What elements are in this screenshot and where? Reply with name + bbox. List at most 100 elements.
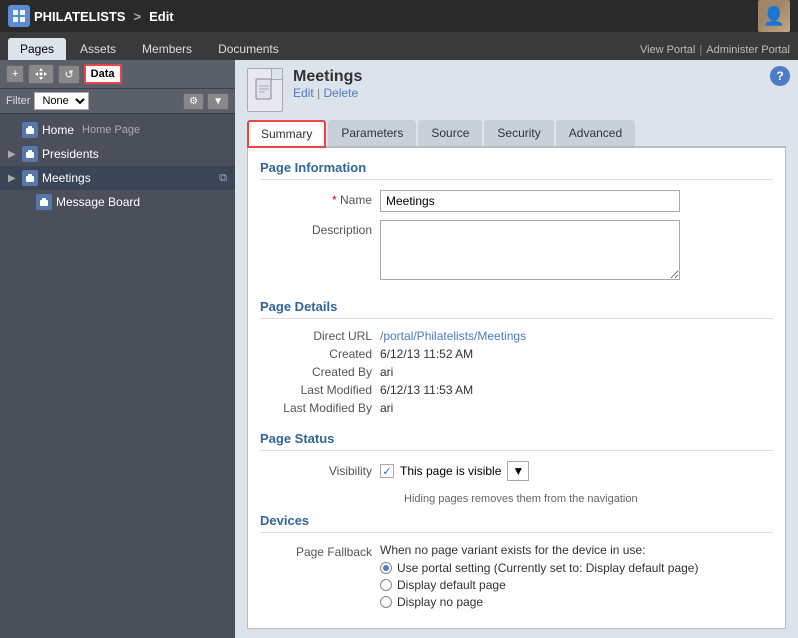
visibility-controls: This page is visible ▼ [380, 461, 773, 481]
section-title-devices: Devices [260, 513, 773, 533]
last-modified-label: Last Modified [260, 383, 380, 397]
description-field [380, 220, 773, 283]
move-button[interactable] [28, 64, 54, 84]
tab-summary[interactable]: Summary [247, 120, 326, 148]
view-portal-link[interactable]: View Portal [640, 44, 695, 56]
tree-item-home[interactable]: Home Home Page [0, 118, 235, 142]
visibility-text: This page is visible [400, 464, 501, 478]
site-name: PHILATELISTS [34, 9, 125, 24]
visibility-row-container: Visibility This page is visible ▼ [260, 461, 773, 485]
detail-row-created-by: Created By ari [260, 365, 773, 379]
section-title-page-status: Page Status [260, 431, 773, 451]
refresh-button[interactable]: ↺ [58, 65, 79, 84]
tree-item-label-meetings: Meetings [42, 171, 91, 185]
expand-arrow-meetings: ▶ [8, 173, 18, 184]
radio-display-default-label: Display default page [397, 578, 506, 592]
section-title-page-details: Page Details [260, 299, 773, 319]
visibility-checkbox[interactable] [380, 464, 394, 478]
main-layout: + ↺ Data Filter None ⚙ ▼ [0, 60, 798, 638]
tree-item-label-msgboard: Message Board [56, 195, 140, 209]
name-input[interactable] [380, 190, 680, 212]
breadcrumb-separator: > [133, 9, 141, 24]
user-avatar[interactable]: 👤 [758, 0, 790, 32]
dropdown-arrow: ▼ [512, 464, 524, 478]
content-title: Meetings [293, 68, 362, 86]
fallback-content: When no page variant exists for the devi… [380, 543, 698, 612]
tree-item-presidents[interactable]: ▶ Presidents [0, 142, 235, 166]
detail-row-last-modified-by: Last Modified By ari [260, 401, 773, 415]
description-textarea[interactable] [380, 220, 680, 280]
radio-display-none: Display no page [380, 595, 698, 609]
copy-icon-meetings: ⧉ [219, 172, 227, 185]
logo-icon [8, 5, 30, 27]
detail-row-last-modified: Last Modified 6/12/13 11:53 AM [260, 383, 773, 397]
tree-item-sublabel-home: Home Page [82, 124, 140, 136]
tree-item-message-board[interactable]: Message Board [0, 190, 235, 214]
top-links: View Portal | Administer Portal [640, 44, 790, 60]
form-row-description: Description [260, 220, 773, 283]
form-content: Page Information * Name Description Page… [247, 148, 786, 629]
filter-view-btn[interactable]: ▼ [207, 93, 229, 110]
section-title-page-info: Page Information [260, 160, 773, 180]
add-button[interactable]: + [6, 65, 24, 83]
filter-label: Filter [6, 95, 30, 107]
fallback-row: Page Fallback When no page variant exist… [260, 543, 773, 612]
description-label: Description [260, 220, 380, 237]
topbar: PHILATELISTS > Edit 👤 [0, 0, 798, 32]
radio-portal-setting-label: Use portal setting (Currently set to: Di… [397, 561, 698, 575]
radio-display-default: Display default page [380, 578, 698, 592]
content-area: ? Meetings Edit | Delete [235, 60, 798, 638]
visibility-field: This page is visible ▼ [380, 461, 773, 485]
avatar-image: 👤 [758, 0, 790, 32]
content-title-area: Meetings Edit | Delete [293, 68, 362, 100]
tree-item-meetings[interactable]: ▶ Meetings ⧉ [0, 166, 235, 190]
data-button[interactable]: Data [84, 64, 122, 84]
tree-item-label-home: Home [42, 123, 74, 137]
tab-source[interactable]: Source [418, 120, 482, 146]
filter-select[interactable]: None [34, 92, 89, 110]
tab-advanced[interactable]: Advanced [556, 120, 635, 146]
delete-link[interactable]: Delete [323, 86, 358, 100]
detail-row-created: Created 6/12/13 11:52 AM [260, 347, 773, 361]
page-icon [22, 122, 38, 138]
nav-tab-members[interactable]: Members [130, 38, 204, 60]
url-value: /portal/Philatelists/Meetings [380, 329, 526, 343]
nav-tab-pages[interactable]: Pages [8, 38, 66, 60]
navtabs: Pages Assets Members Documents View Port… [0, 32, 798, 60]
visibility-hint: Hiding pages removes them from the navig… [404, 493, 773, 505]
page-icon-msgboard [36, 194, 52, 210]
tab-security[interactable]: Security [484, 120, 553, 146]
detail-row-url: Direct URL /portal/Philatelists/Meetings [260, 329, 773, 343]
content-header: Meetings Edit | Delete [235, 60, 798, 120]
edit-link[interactable]: Edit [293, 86, 314, 100]
sidebar: + ↺ Data Filter None ⚙ ▼ [0, 60, 235, 638]
help-button[interactable]: ? [770, 66, 790, 86]
administer-portal-link[interactable]: Administer Portal [706, 44, 790, 56]
name-label: * Name [260, 190, 380, 207]
required-asterisk: * [332, 193, 340, 207]
sidebar-toolbar: + ↺ Data [0, 60, 235, 89]
content-links: Edit | Delete [293, 86, 362, 100]
tab-parameters[interactable]: Parameters [328, 120, 416, 146]
page-document-icon [247, 68, 283, 112]
expand-arrow-presidents: ▶ [8, 149, 18, 160]
nav-tab-documents[interactable]: Documents [206, 38, 291, 60]
filter-action-btn[interactable]: ⚙ [183, 93, 204, 110]
visibility-dropdown[interactable]: ▼ [507, 461, 529, 481]
radio-portal-setting-btn[interactable] [380, 562, 392, 574]
last-modified-by-value: ari [380, 401, 393, 415]
radio-display-default-btn[interactable] [380, 579, 392, 591]
fallback-desc: When no page variant exists for the devi… [380, 543, 698, 557]
last-modified-by-label: Last Modified By [260, 401, 380, 415]
tree-item-label-presidents: Presidents [42, 147, 99, 161]
link-separator: | [699, 44, 702, 56]
nav-tab-assets[interactable]: Assets [68, 38, 128, 60]
filter-bar: Filter None ⚙ ▼ [0, 89, 235, 114]
radio-group: Use portal setting (Currently set to: Di… [380, 561, 698, 609]
url-link[interactable]: /portal/Philatelists/Meetings [380, 329, 526, 343]
url-label: Direct URL [260, 329, 380, 343]
fallback-label: Page Fallback [260, 543, 380, 559]
logo: PHILATELISTS > Edit [8, 5, 174, 27]
page-icon-meetings [22, 170, 38, 186]
radio-display-none-btn[interactable] [380, 596, 392, 608]
